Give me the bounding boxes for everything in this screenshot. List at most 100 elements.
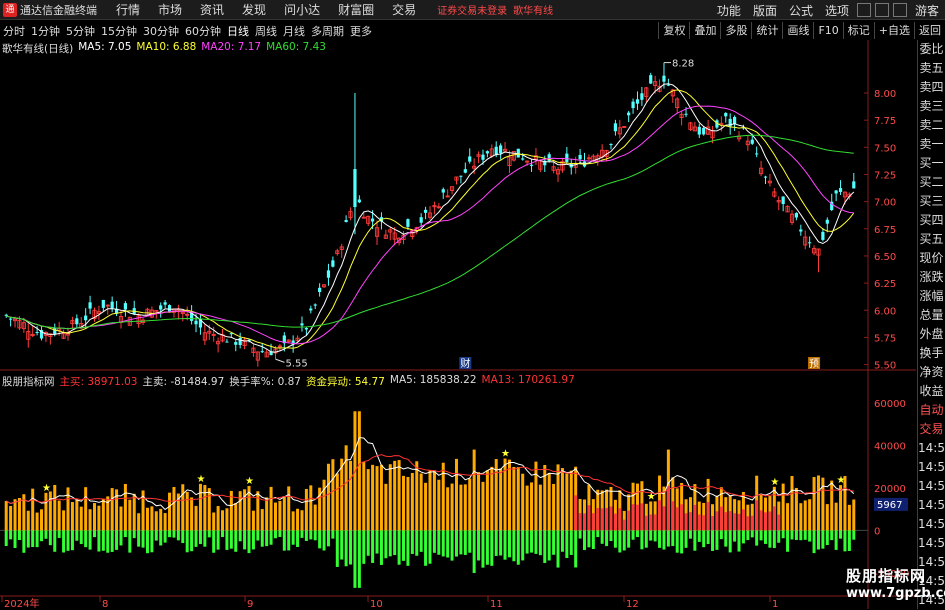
buy-bar: [397, 460, 401, 531]
buy-bar: [790, 476, 794, 531]
candle-body: [167, 305, 172, 312]
red-bar: [702, 515, 706, 531]
buy-bar: [388, 464, 392, 531]
sidebar-item[interactable]: 卖一: [918, 135, 945, 154]
sell-bar: [132, 530, 136, 539]
red-bar: [706, 502, 710, 531]
candle-body: [578, 154, 582, 160]
sidebar-item[interactable]: 换手: [918, 344, 945, 363]
buy-bar: [375, 466, 379, 531]
sell-bar: [159, 530, 163, 546]
sell-bar: [605, 530, 609, 547]
indicator-axis-label: 60000: [874, 399, 906, 410]
chart-canvas[interactable]: ★ ★ ★ ★ ★ ★ ★ 8.28 5.55 财 预 8.00 7.75 7.50 7.25 7.00 6…: [0, 0, 945, 609]
sell-bar: [92, 530, 96, 538]
sidebar-item[interactable]: 卖三: [918, 97, 945, 116]
candle-body: [799, 229, 803, 232]
candle-body: [84, 315, 88, 321]
sidebar-item[interactable]: 涨幅: [918, 287, 945, 306]
red-bar: [600, 508, 604, 531]
buy-bar: [190, 497, 194, 531]
sell-bar: [84, 530, 88, 548]
sidebar-item[interactable]: 卖二: [918, 116, 945, 135]
sell-bar: [675, 530, 679, 553]
buy-bar: [62, 510, 66, 531]
buy-bar: [278, 500, 282, 531]
sidebar-item[interactable]: 14:56: [918, 439, 945, 458]
sidebar-item[interactable]: 现价: [918, 249, 945, 268]
buy-bar: [287, 486, 291, 531]
buy-bar: [808, 499, 812, 531]
sell-bar: [163, 530, 167, 543]
sell-bar: [212, 530, 216, 553]
sidebar-item[interactable]: 14:56: [918, 534, 945, 553]
candle-body: [702, 127, 706, 135]
sell-bar: [419, 530, 423, 552]
sidebar-item[interactable]: 净资: [918, 363, 945, 382]
candle-body: [724, 112, 728, 117]
candle-body: [852, 181, 856, 189]
sell-bar: [353, 530, 357, 588]
sidebar-item[interactable]: 14:56: [918, 477, 945, 496]
sell-bar: [671, 530, 675, 547]
sidebar-item[interactable]: 买一: [918, 154, 945, 173]
candle-body: [344, 219, 348, 222]
buy-bar: [803, 500, 807, 531]
sidebar-item[interactable]: 买四: [918, 211, 945, 230]
buy-bar: [110, 488, 114, 531]
sell-bar: [349, 530, 353, 565]
sidebar-item[interactable]: 买三: [918, 192, 945, 211]
sell-bar: [684, 530, 688, 548]
sidebar-item[interactable]: 涨跌: [918, 268, 945, 287]
sidebar-item[interactable]: 外盘: [918, 325, 945, 344]
sell-bar: [185, 530, 189, 553]
sell-bar: [808, 530, 812, 542]
sidebar-item[interactable]: 交易: [918, 420, 945, 439]
sidebar-item[interactable]: 收益: [918, 382, 945, 401]
sell-bar: [759, 530, 763, 541]
candle-body: [609, 143, 613, 145]
red-bar: [750, 515, 754, 531]
sell-bar: [225, 530, 229, 550]
buy-bar: [521, 473, 525, 531]
sidebar-item[interactable]: 委比: [918, 40, 945, 59]
candle-body: [485, 151, 489, 154]
price-axis-label: 6.00: [874, 306, 896, 317]
candle-body: [821, 231, 825, 240]
sell-bar: [693, 530, 697, 551]
sidebar-item[interactable]: 14:56: [918, 458, 945, 477]
sell-bar: [40, 530, 44, 542]
buy-bar: [534, 461, 538, 531]
sell-bar: [631, 530, 635, 540]
sell-bar: [247, 530, 251, 554]
sell-bar: [31, 530, 35, 548]
candle-body: [697, 126, 701, 135]
sell-bar: [393, 530, 397, 556]
sell-bar: [428, 530, 432, 564]
sidebar-item[interactable]: 自动: [918, 401, 945, 420]
buy-bar: [357, 411, 361, 531]
buy-bar: [816, 475, 820, 531]
candle-body: [331, 260, 335, 267]
sell-bar: [190, 530, 194, 552]
sell-bar: [512, 530, 516, 562]
sidebar-item[interactable]: 14:56: [918, 496, 945, 515]
sell-bar: [578, 530, 582, 539]
sidebar-item[interactable]: 卖五: [918, 59, 945, 78]
buy-bar: [834, 502, 838, 531]
red-bar: [613, 513, 617, 531]
candle-body: [631, 101, 635, 109]
sell-bar: [490, 530, 494, 566]
sidebar-item[interactable]: 总量: [918, 306, 945, 325]
buy-bar: [168, 492, 172, 531]
buy-bar: [296, 508, 300, 531]
sidebar-item[interactable]: 卖四: [918, 78, 945, 97]
candle-body: [194, 320, 198, 325]
candle-body: [441, 189, 445, 193]
sidebar-item[interactable]: 14:56: [918, 515, 945, 534]
sidebar-item[interactable]: 买五: [918, 230, 945, 249]
sell-bar: [627, 530, 631, 548]
event-tag: 预: [809, 358, 819, 370]
sell-bar: [454, 530, 458, 557]
sidebar-item[interactable]: 买二: [918, 173, 945, 192]
